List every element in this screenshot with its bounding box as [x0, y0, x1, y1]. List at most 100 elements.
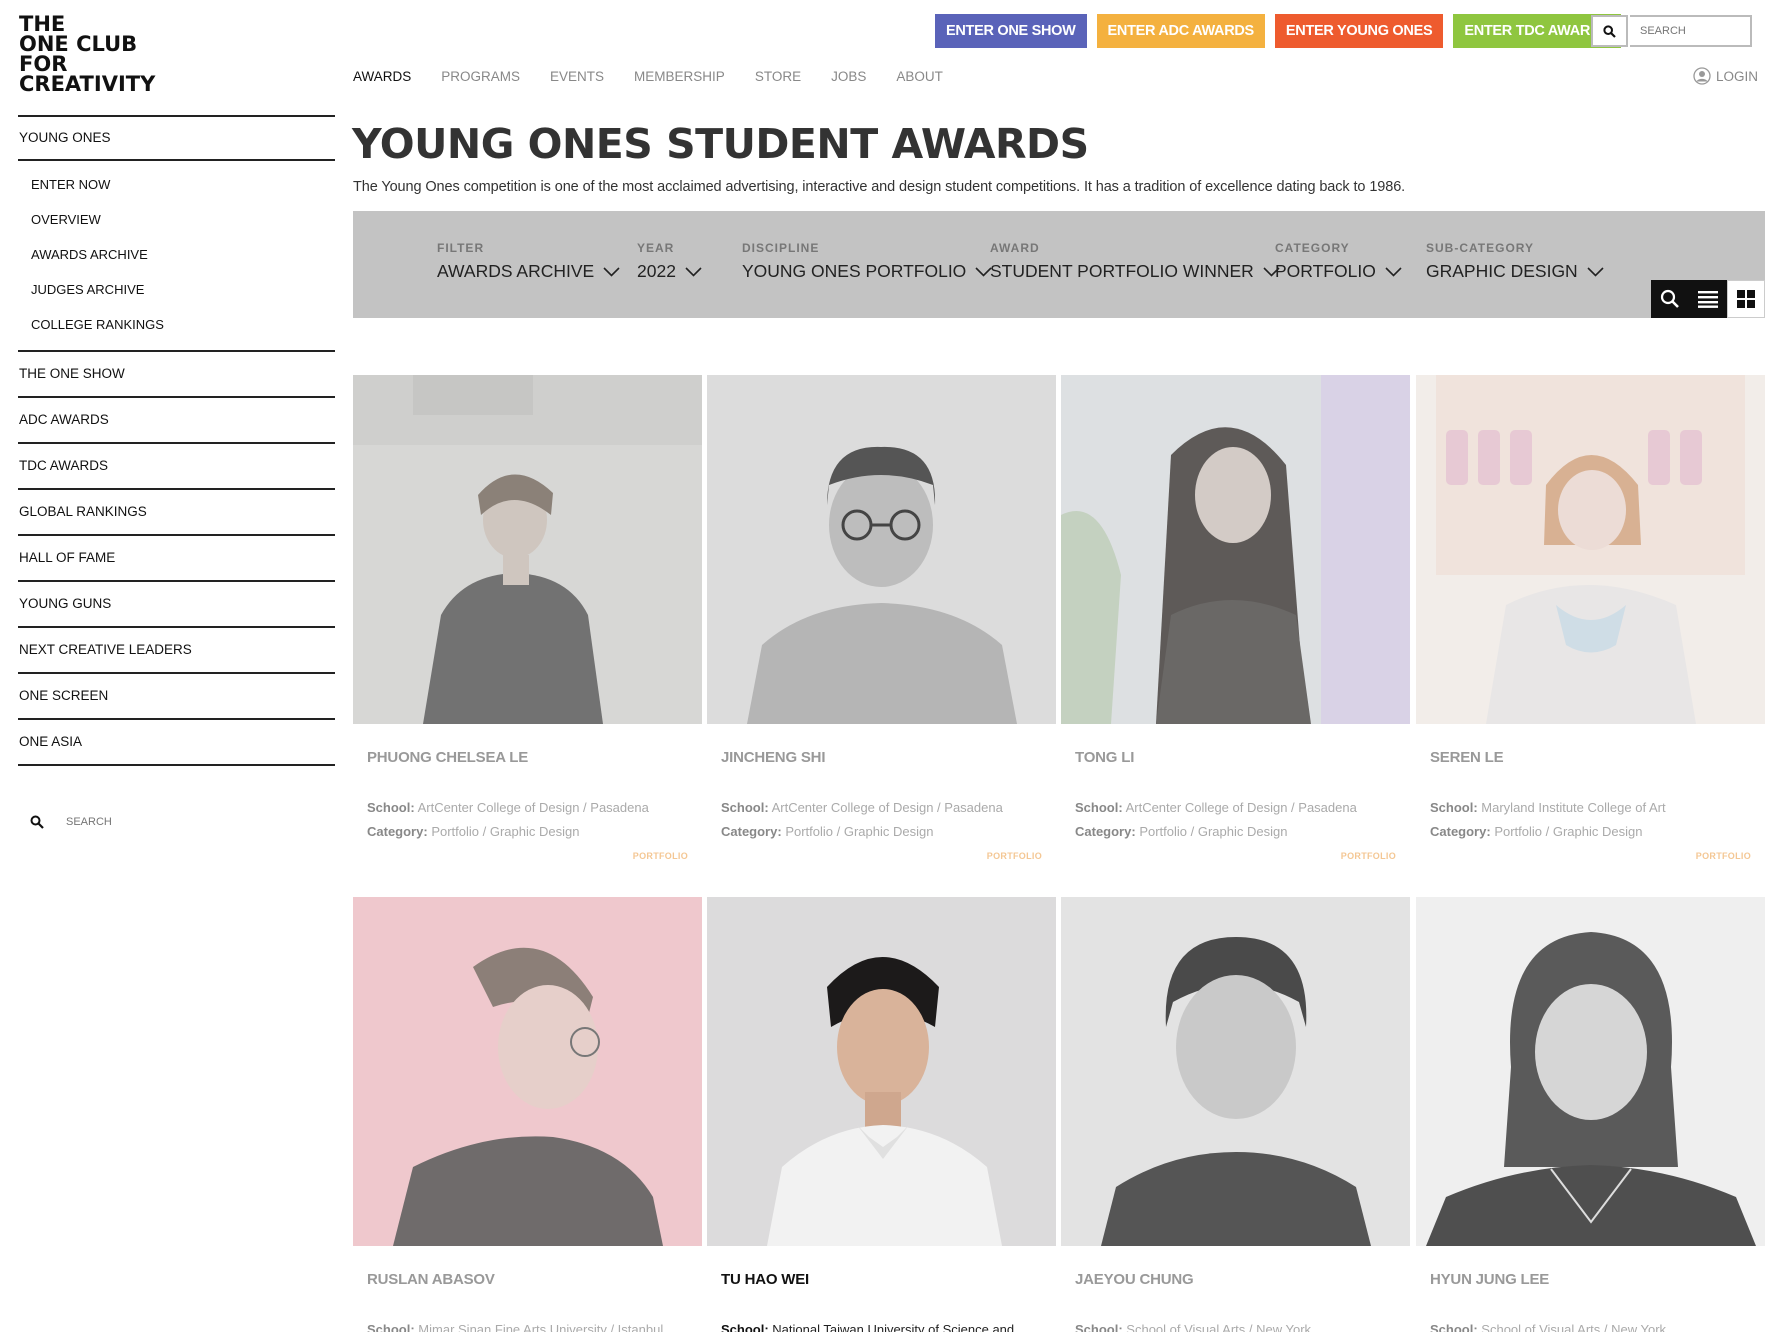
discipline-value: YOUNG ONES PORTFOLIO — [742, 261, 967, 281]
grid-view-button[interactable] — [1727, 280, 1765, 318]
category-label: Category: — [1430, 824, 1491, 839]
school-value: School of Visual Arts / New York — [1481, 1322, 1667, 1332]
school-label: School: — [367, 1322, 415, 1332]
list-icon — [1698, 291, 1718, 308]
winner-photo[interactable] — [707, 897, 1056, 1246]
category-value: Portfolio / Graphic Design — [431, 824, 580, 839]
winner-name[interactable]: RUSLAN ABASOV — [367, 1271, 702, 1288]
discipline-dropdown[interactable]: DISCIPLINE YOUNG ONES PORTFOLIO — [742, 241, 992, 282]
sidebar-sub-judges-archive[interactable]: JUDGES ARCHIVE — [18, 272, 335, 307]
sidebar-item-adc-awards[interactable]: ADC AWARDS — [18, 398, 335, 444]
winner-category: Category: Portfolio / Graphic Design — [1430, 820, 1765, 844]
login-link[interactable]: LOGIN — [1693, 67, 1758, 85]
winner-card[interactable]: JINCHENG SHI School: ArtCenter College o… — [707, 375, 1056, 861]
sidebar-item-young-ones[interactable]: YOUNG ONES — [18, 117, 335, 161]
sidebar-item-one-screen[interactable]: ONE SCREEN — [18, 674, 335, 720]
winner-card[interactable]: SEREN LE School: Maryland Institute Coll… — [1416, 375, 1765, 861]
school-value: School of Visual Arts / New York — [1126, 1322, 1312, 1332]
winner-name[interactable]: TONG LI — [1075, 749, 1410, 766]
winner-card[interactable]: TU HAO WEI School: National Taiwan Unive… — [707, 897, 1056, 1332]
winner-photo[interactable] — [1061, 897, 1410, 1246]
sidebar-item-one-show[interactable]: THE ONE SHOW — [18, 352, 335, 398]
school-label: School: — [1430, 800, 1478, 815]
sidebar: YOUNG ONES ENTER NOW OVERVIEW AWARDS ARC… — [18, 115, 335, 842]
winner-category: Category: Portfolio / Graphic Design — [367, 820, 702, 844]
school-label: School: — [1075, 800, 1123, 815]
search-view-button[interactable] — [1651, 280, 1689, 318]
award-dropdown[interactable]: AWARD STUDENT PORTFOLIO WINNER — [990, 241, 1280, 282]
winner-school: School: School of Visual Arts / New York — [1075, 1318, 1410, 1332]
school-label: School: — [1075, 1322, 1123, 1332]
award-label: AWARD — [990, 241, 1040, 255]
enter-young-ones-button[interactable]: ENTER YOUNG ONES — [1274, 14, 1444, 48]
winner-name[interactable]: JINCHENG SHI — [721, 749, 1056, 766]
school-value: ArtCenter College of Design / Pasadena — [771, 800, 1003, 815]
filter-bar: FILTER AWARDS ARCHIVE YEAR 2022 DISCIPLI… — [353, 211, 1765, 318]
search-icon — [30, 815, 44, 829]
category-dropdown[interactable]: CATEGORY PORTFOLIO — [1275, 241, 1402, 282]
year-value: 2022 — [637, 261, 676, 281]
top-search-input[interactable] — [1630, 15, 1752, 47]
sidebar-sub-overview[interactable]: OVERVIEW — [18, 202, 335, 237]
sidebar-sub-enter-now[interactable]: ENTER NOW — [18, 167, 335, 202]
winner-photo[interactable] — [353, 897, 702, 1246]
winner-name[interactable]: PHUONG CHELSEA LE — [367, 749, 702, 766]
sidebar-sub-college-rankings[interactable]: COLLEGE RANKINGS — [18, 307, 335, 342]
list-view-button[interactable] — [1689, 280, 1727, 318]
filter-dropdown[interactable]: FILTER AWARDS ARCHIVE — [437, 241, 620, 282]
school-value: Maryland Institute College of Art — [1481, 800, 1666, 815]
nav-store[interactable]: STORE — [755, 69, 801, 84]
winner-card[interactable]: PHUONG CHELSEA LE School: ArtCenter Coll… — [353, 375, 702, 861]
nav-events[interactable]: EVENTS — [550, 69, 604, 84]
sidebar-item-global-rankings[interactable]: GLOBAL RANKINGS — [18, 490, 335, 536]
logo-line-3: FOR — [19, 52, 68, 76]
winner-name[interactable]: SEREN LE — [1430, 749, 1765, 766]
sidebar-item-hall-of-fame[interactable]: HALL OF FAME — [18, 536, 335, 582]
cta-bar: ENTER ONE SHOW ENTER ADC AWARDS ENTER YO… — [935, 14, 1621, 48]
winner-name[interactable]: HYUN JUNG LEE — [1430, 1271, 1765, 1288]
category-value: Portfolio / Graphic Design — [785, 824, 934, 839]
school-label: School: — [721, 1322, 769, 1332]
sidebar-item-young-guns[interactable]: YOUNG GUNS — [18, 582, 335, 628]
winner-card[interactable]: JAEYOU CHUNG School: School of Visual Ar… — [1061, 897, 1410, 1332]
enter-adc-awards-button[interactable]: ENTER ADC AWARDS — [1096, 14, 1265, 48]
sub-category-value: GRAPHIC DESIGN — [1426, 261, 1578, 281]
sub-category-dropdown[interactable]: SUB-CATEGORY GRAPHIC DESIGN — [1426, 241, 1604, 282]
sidebar-submenu: ENTER NOW OVERVIEW AWARDS ARCHIVE JUDGES… — [18, 161, 335, 352]
year-dropdown[interactable]: YEAR 2022 — [637, 241, 702, 282]
school-label: School: — [721, 800, 769, 815]
nav-awards[interactable]: AWARDS — [353, 69, 411, 84]
winner-card[interactable]: TONG LI School: ArtCenter College of Des… — [1061, 375, 1410, 861]
sidebar-item-one-asia[interactable]: ONE ASIA — [18, 720, 335, 766]
enter-one-show-button[interactable]: ENTER ONE SHOW — [935, 14, 1087, 48]
winner-school: School: National Taiwan University of Sc… — [721, 1318, 1056, 1332]
school-label: School: — [367, 800, 415, 815]
one-club-logo[interactable]: THE ONE CLUB FOR CREATIVITY — [19, 14, 156, 96]
nav-jobs[interactable]: JOBS — [831, 69, 866, 84]
winner-name[interactable]: JAEYOU CHUNG — [1075, 1271, 1410, 1288]
chevron-down-icon — [1385, 266, 1402, 277]
winner-photo[interactable] — [707, 375, 1056, 724]
winner-photo[interactable] — [1061, 375, 1410, 724]
winner-photo[interactable] — [1416, 897, 1765, 1246]
nav-programs[interactable]: PROGRAMS — [441, 69, 520, 84]
portfolio-tag: PORTFOLIO — [1695, 851, 1751, 861]
category-value: Portfolio / Graphic Design — [1139, 824, 1288, 839]
nav-about[interactable]: ABOUT — [896, 69, 943, 84]
winner-category: Category: Portfolio / Graphic Design — [1075, 820, 1410, 844]
winner-name[interactable]: TU HAO WEI — [721, 1271, 1056, 1288]
sidebar-sub-awards-archive[interactable]: AWARDS ARCHIVE — [18, 237, 335, 272]
chevron-down-icon — [603, 266, 620, 277]
logo-line-4: CREATIVITY — [19, 72, 156, 96]
top-search-button[interactable] — [1591, 15, 1628, 47]
winner-photo[interactable] — [353, 375, 702, 724]
winner-card[interactable]: RUSLAN ABASOV School: Mimar Sinan Fine A… — [353, 897, 702, 1332]
nav-membership[interactable]: MEMBERSHIP — [634, 69, 725, 84]
sidebar-item-tdc-awards[interactable]: TDC AWARDS — [18, 444, 335, 490]
winner-card[interactable]: HYUN JUNG LEE School: School of Visual A… — [1416, 897, 1765, 1332]
sidebar-search-input[interactable] — [66, 816, 286, 828]
winner-photo[interactable] — [1416, 375, 1765, 724]
category-value: PORTFOLIO — [1275, 261, 1376, 281]
sidebar-item-next-creative-leaders[interactable]: NEXT CREATIVE LEADERS — [18, 628, 335, 674]
grid-icon — [1737, 290, 1755, 308]
